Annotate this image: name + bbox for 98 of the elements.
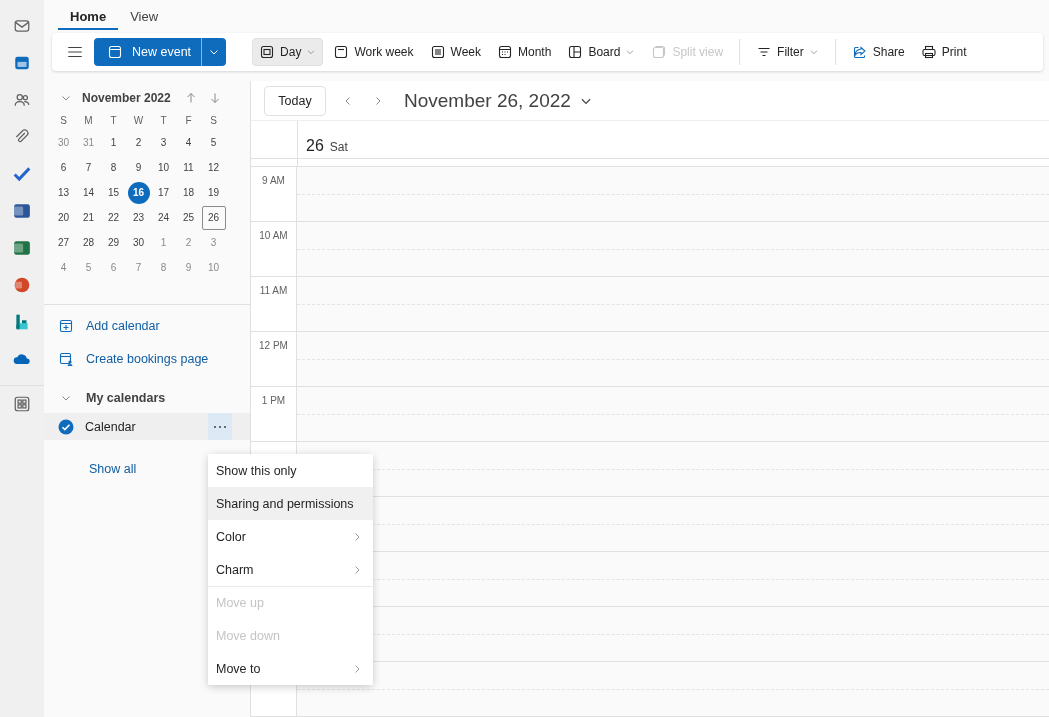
view-button[interactable]: Board bbox=[561, 38, 642, 66]
new-event-button[interactable]: New event bbox=[94, 38, 202, 66]
board-icon bbox=[567, 44, 584, 60]
date-button[interactable]: 3 bbox=[151, 130, 176, 155]
printer-icon bbox=[920, 44, 937, 60]
sidebar-link[interactable]: Add calendar bbox=[44, 309, 250, 342]
date-button[interactable]: 5 bbox=[76, 255, 101, 280]
weekday-name: Sat bbox=[329, 140, 348, 154]
hour-label: 10 AM bbox=[259, 230, 288, 241]
weekday-label: W bbox=[132, 114, 145, 128]
section-heading: My calendars bbox=[86, 391, 166, 405]
hour-label: 9 AM bbox=[262, 175, 285, 186]
date-button[interactable]: 14 bbox=[76, 180, 101, 205]
hour-label: 12 PM bbox=[259, 340, 288, 351]
date-button[interactable]: 22 bbox=[101, 205, 126, 230]
weekday-label: T bbox=[159, 114, 168, 128]
date-button[interactable]: 27 bbox=[51, 230, 76, 255]
date-button[interactable]: 29 bbox=[101, 230, 126, 255]
date-button[interactable]: 18 bbox=[176, 180, 201, 205]
date-button[interactable]: 3 bbox=[201, 230, 226, 255]
menu-item[interactable]: Sharing and permissions bbox=[208, 487, 373, 520]
weekday-label: S bbox=[59, 114, 68, 128]
week-view-icon bbox=[429, 44, 446, 60]
chevron-down-icon bbox=[808, 47, 819, 57]
menu-item[interactable]: Move to bbox=[208, 652, 373, 685]
date-button[interactable]: 9 bbox=[176, 255, 201, 280]
date-button[interactable]: 15 bbox=[101, 180, 126, 205]
show-all-link[interactable]: Show all bbox=[89, 462, 137, 476]
date-button[interactable]: 21 bbox=[76, 205, 101, 230]
date-button[interactable]: 8 bbox=[101, 155, 126, 180]
more-icon bbox=[214, 425, 226, 428]
date-button[interactable]: 16 bbox=[127, 181, 150, 204]
weekday-label: T bbox=[109, 114, 118, 128]
date-button[interactable]: 19 bbox=[201, 180, 226, 205]
day-view-icon bbox=[259, 44, 276, 60]
weekday-label: M bbox=[83, 114, 94, 128]
ribbon-tab[interactable]: View bbox=[118, 9, 171, 30]
toolbar-button[interactable]: Share bbox=[845, 38, 911, 66]
add-calendar-icon bbox=[58, 317, 74, 334]
calendar-name: Calendar bbox=[85, 419, 137, 434]
date-button[interactable]: 11 bbox=[176, 155, 201, 180]
date-button[interactable]: 17 bbox=[151, 180, 176, 205]
weekday-label: S bbox=[209, 114, 218, 128]
chevron-down-icon bbox=[625, 47, 636, 57]
arrow-down-icon bbox=[208, 92, 221, 104]
date-button[interactable]: 24 bbox=[151, 205, 176, 230]
calendar-icon bbox=[107, 44, 123, 60]
date-button[interactable]: 26 bbox=[201, 205, 226, 230]
weekday-label: F bbox=[184, 114, 193, 128]
date-button[interactable]: 6 bbox=[101, 255, 126, 280]
bookings-icon bbox=[13, 312, 31, 331]
date-button[interactable]: 8 bbox=[151, 255, 176, 280]
calendar-checkbox[interactable] bbox=[58, 418, 74, 435]
share-icon bbox=[851, 44, 868, 60]
date-button[interactable]: 7 bbox=[126, 255, 151, 280]
ribbon-tab[interactable]: Home bbox=[58, 9, 119, 30]
view-button[interactable]: Week bbox=[423, 38, 487, 66]
date-button[interactable]: 2 bbox=[126, 130, 151, 155]
toolbar-button[interactable]: Print bbox=[914, 38, 973, 66]
view-button[interactable]: Month bbox=[491, 38, 558, 66]
date-button[interactable]: 10 bbox=[201, 255, 226, 280]
hour-label: 11 AM bbox=[259, 285, 288, 296]
date-button[interactable]: 23 bbox=[126, 205, 151, 230]
view-button[interactable]: Day bbox=[252, 38, 324, 66]
date-button[interactable]: 25 bbox=[176, 205, 201, 230]
view-button[interactable]: Work week bbox=[327, 38, 420, 66]
menu-item[interactable]: Charm bbox=[208, 553, 373, 586]
date-button[interactable]: 9 bbox=[126, 155, 151, 180]
month-title: November 2022 bbox=[82, 91, 171, 105]
date-button[interactable]: 30 bbox=[51, 130, 76, 155]
calendar-list-item[interactable]: Calendar bbox=[44, 413, 250, 440]
date-button[interactable]: 20 bbox=[51, 205, 76, 230]
date-button[interactable]: 12 bbox=[201, 155, 226, 180]
bookings-page-icon bbox=[58, 350, 74, 367]
chevron-down-icon bbox=[306, 47, 317, 57]
today-button[interactable]: Today bbox=[264, 85, 326, 116]
date-button[interactable]: 2 bbox=[176, 230, 201, 255]
date-button[interactable]: 7 bbox=[76, 155, 101, 180]
date-picker-button[interactable]: November 26, 2022 bbox=[400, 89, 593, 112]
date-button[interactable]: 13 bbox=[51, 180, 76, 205]
work-week-icon bbox=[333, 44, 350, 60]
date-button[interactable]: 5 bbox=[201, 130, 226, 155]
arrow-up-icon bbox=[184, 92, 197, 104]
date-button[interactable]: 28 bbox=[76, 230, 101, 255]
day-number: 26 bbox=[306, 137, 324, 155]
menu-item[interactable]: Color bbox=[208, 520, 373, 553]
date-button[interactable]: 6 bbox=[51, 155, 76, 180]
date-button[interactable]: 30 bbox=[126, 230, 151, 255]
hour-label: 1 PM bbox=[261, 395, 286, 406]
toolbar-button[interactable]: Filter bbox=[750, 38, 825, 66]
menu-item[interactable]: Show this only bbox=[208, 454, 373, 487]
month-view-icon bbox=[497, 44, 513, 60]
split-view-icon bbox=[651, 44, 668, 60]
date-button[interactable]: 10 bbox=[151, 155, 176, 180]
date-button[interactable]: 1 bbox=[101, 130, 126, 155]
date-button[interactable]: 4 bbox=[176, 130, 201, 155]
sidebar-link[interactable]: Create bookings page bbox=[44, 342, 250, 375]
apps-icon bbox=[13, 395, 31, 413]
